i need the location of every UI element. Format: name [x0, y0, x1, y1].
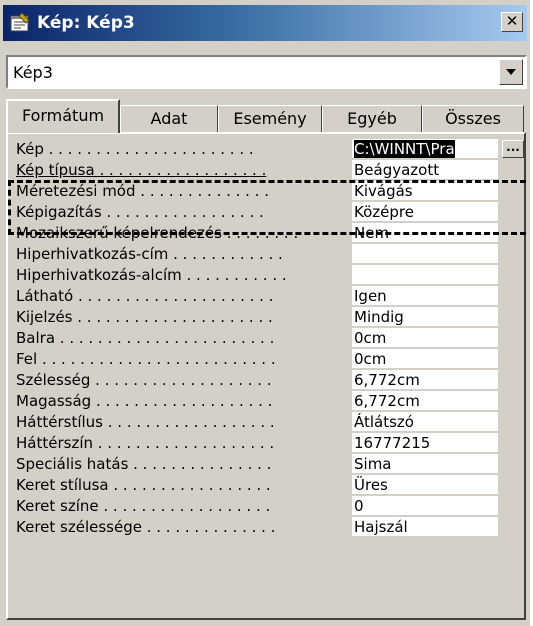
property-row[interactable]: Keret szélessége . . . . . . . . . . . .… [16, 517, 526, 538]
property-value[interactable]: 16777215 [352, 433, 498, 453]
property-label: Speciális hatás . . . . . . . . . . . . … [16, 455, 272, 473]
property-value[interactable]: Mindig [352, 307, 498, 327]
property-label: Balra . . . . . . . . . . . . . . . . . … [16, 329, 275, 347]
property-value[interactable]: Üres [352, 475, 498, 495]
tab-label: Összes [445, 109, 501, 128]
property-value[interactable]: Beágyazott [352, 160, 498, 180]
property-sheet-window: Kép: Kép3 ✕ Kép3 Formátum Adat Esemény E… [0, 0, 533, 626]
object-select-value: Kép3 [13, 63, 53, 82]
property-label: Méretezési mód . . . . . . . . . . . . .… [16, 182, 270, 200]
property-label: Keret szélessége . . . . . . . . . . . .… [16, 518, 276, 536]
property-row[interactable]: Kép típusa . . . . . . . . . . . . . . .… [16, 160, 526, 181]
object-select[interactable]: Kép3 [6, 55, 527, 89]
property-row[interactable]: Keret színe . . . . . . . . . . . . . . … [16, 496, 526, 517]
property-value[interactable]: Sima [352, 454, 498, 474]
title-bar[interactable]: Kép: Kép3 ✕ [3, 5, 527, 41]
property-label: Háttérstílus . . . . . . . . . . . . . .… [16, 413, 275, 431]
chevron-down-icon [506, 69, 516, 75]
property-value[interactable] [352, 244, 498, 264]
builder-button[interactable]: ... [502, 140, 524, 158]
tab-esemeny[interactable]: Esemény [218, 105, 322, 133]
property-row[interactable]: Méretezési mód . . . . . . . . . . . . .… [16, 181, 526, 202]
property-row[interactable]: Hiperhivatkozás-cím . . . . . . . . . . … [16, 244, 526, 265]
property-label: Keret színe . . . . . . . . . . . . . . … [16, 497, 271, 515]
property-row[interactable]: Háttérszín . . . . . . . . . . . . . . .… [16, 433, 526, 454]
property-value[interactable]: 0cm [352, 328, 498, 348]
property-label: Fel . . . . . . . . . . . . . . . . . . … [16, 350, 276, 368]
ellipsis-icon: ... [506, 140, 520, 154]
tab-strip: Formátum Adat Esemény Egyéb Összes [6, 99, 526, 133]
property-row[interactable]: Speciális hatás . . . . . . . . . . . . … [16, 454, 526, 475]
tab-formatum[interactable]: Formátum [6, 99, 120, 133]
tab-adat[interactable]: Adat [120, 105, 218, 133]
property-label: Kép típusa . . . . . . . . . . . . . . .… [16, 161, 267, 179]
property-value[interactable]: 0 [352, 496, 498, 516]
tab-label: Formátum [21, 106, 105, 125]
property-value[interactable]: 0cm [352, 349, 498, 369]
property-value[interactable]: Átlátszó [352, 412, 498, 432]
property-label: Magasság . . . . . . . . . . . . . . . .… [16, 392, 273, 410]
property-value[interactable]: Hajszál [352, 517, 498, 537]
property-label: Keret stílusa . . . . . . . . . . . . . … [16, 476, 271, 494]
property-label: Háttérszín . . . . . . . . . . . . . . .… [16, 434, 275, 452]
property-value[interactable]: 6,772cm [352, 391, 498, 411]
property-row[interactable]: Magasság . . . . . . . . . . . . . . . .… [16, 391, 526, 412]
property-row[interactable]: Szélesség . . . . . . . . . . . . . . . … [16, 370, 526, 391]
property-label: Képigazítás . . . . . . . . . . . . . . … [16, 203, 264, 221]
highlight-frame-left [8, 180, 11, 235]
property-grid: Kép . . . . . . . . . . . . . . . . . . … [16, 139, 526, 538]
property-row[interactable]: Kép . . . . . . . . . . . . . . . . . . … [16, 139, 526, 160]
tab-egyeb[interactable]: Egyéb [322, 105, 422, 133]
tab-label: Egyéb [347, 109, 397, 128]
tab-osszes[interactable]: Összes [422, 105, 524, 133]
property-value[interactable]: Középre [352, 202, 498, 222]
property-label: Hiperhivatkozás-cím . . . . . . . . . . … [16, 245, 283, 263]
close-icon: ✕ [505, 12, 519, 30]
property-row[interactable]: Balra . . . . . . . . . . . . . . . . . … [16, 328, 526, 349]
tab-label: Esemény [233, 109, 307, 128]
property-row[interactable]: Keret stílusa . . . . . . . . . . . . . … [16, 475, 526, 496]
property-value[interactable] [352, 265, 498, 285]
property-label: Kép . . . . . . . . . . . . . . . . . . … [16, 140, 254, 158]
property-value[interactable]: Igen [352, 286, 498, 306]
property-value[interactable]: 6,772cm [352, 370, 498, 390]
highlight-frame-top [8, 180, 526, 183]
property-row[interactable]: Hiperhivatkozás-alcím . . . . . . . . . … [16, 265, 526, 286]
window-title: Kép: Kép3 [37, 13, 135, 33]
property-label: Kijelzés . . . . . . . . . . . . . . . .… [16, 308, 273, 326]
property-row[interactable]: Képigazítás . . . . . . . . . . . . . . … [16, 202, 526, 223]
property-row[interactable]: Háttérstílus . . . . . . . . . . . . . .… [16, 412, 526, 433]
property-sheet-icon [10, 12, 30, 32]
dropdown-button[interactable] [499, 59, 523, 85]
property-value[interactable]: C:\WINNT\Pra [352, 139, 498, 159]
close-button[interactable]: ✕ [501, 12, 523, 32]
property-label: Szélesség . . . . . . . . . . . . . . . … [16, 371, 272, 389]
property-row[interactable]: Fel . . . . . . . . . . . . . . . . . . … [16, 349, 526, 370]
property-row[interactable]: Látható . . . . . . . . . . . . . . . . … [16, 286, 526, 307]
property-row[interactable]: Kijelzés . . . . . . . . . . . . . . . .… [16, 307, 526, 328]
property-value[interactable]: Kivágás [352, 181, 498, 201]
highlight-frame-bottom [8, 232, 526, 235]
tab-label: Adat [150, 109, 188, 128]
property-label: Látható . . . . . . . . . . . . . . . . … [16, 287, 274, 305]
property-label: Hiperhivatkozás-alcím . . . . . . . . . … [16, 266, 287, 284]
